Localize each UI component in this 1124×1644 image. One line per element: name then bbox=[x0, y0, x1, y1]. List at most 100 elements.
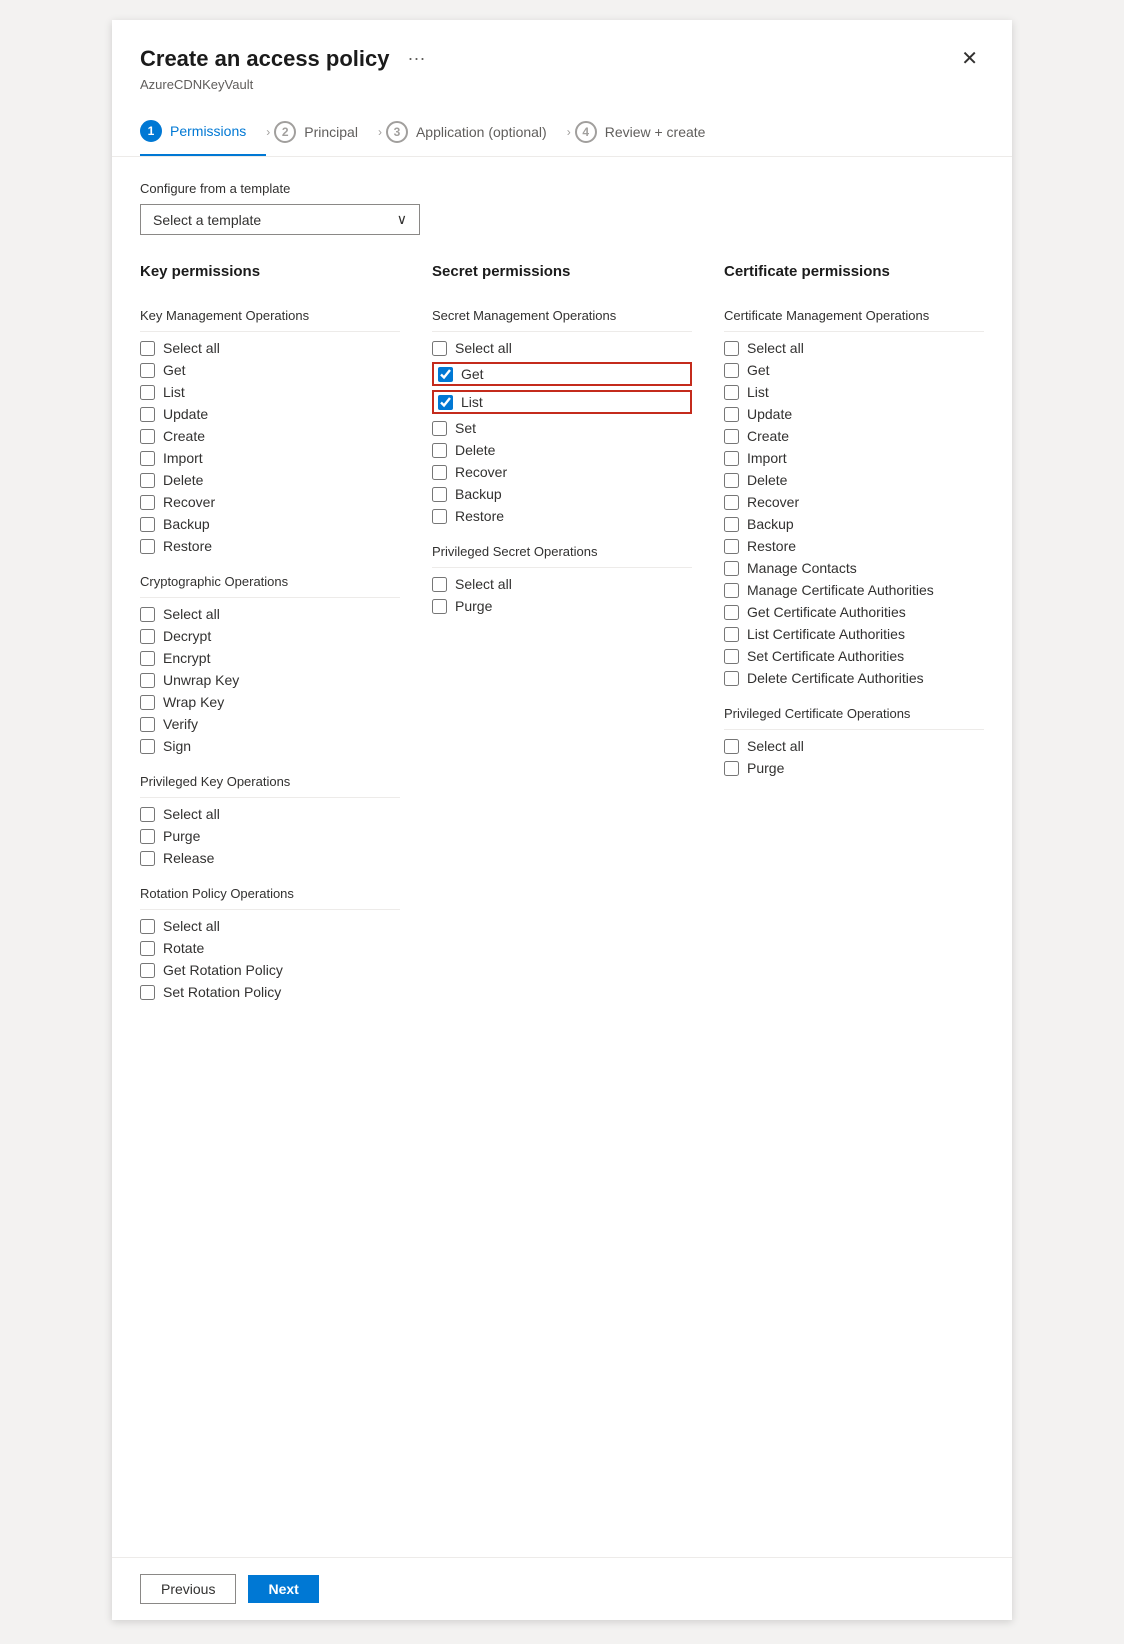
privkey-purge-checkbox[interactable] bbox=[140, 829, 155, 844]
key-import-label: Import bbox=[163, 450, 203, 466]
rotation-get-policy-checkbox[interactable] bbox=[140, 963, 155, 978]
step-label-review: Review + create bbox=[605, 124, 706, 140]
key-get-checkbox[interactable] bbox=[140, 363, 155, 378]
cert-update-label: Update bbox=[747, 406, 792, 422]
cert-mgmt-divider bbox=[724, 331, 984, 332]
key-delete-checkbox[interactable] bbox=[140, 473, 155, 488]
crypto-wrapkey-checkbox[interactable] bbox=[140, 695, 155, 710]
crypto-decrypt-checkbox[interactable] bbox=[140, 629, 155, 644]
secret-permissions-col: Secret permissions Secret Management Ope… bbox=[432, 263, 692, 1006]
step-principal[interactable]: 2 Principal bbox=[274, 109, 378, 155]
step-application[interactable]: 3 Application (optional) bbox=[386, 109, 567, 155]
cert-import-checkbox[interactable] bbox=[724, 451, 739, 466]
secret-recover-label: Recover bbox=[455, 464, 507, 480]
step-sep-3: › bbox=[567, 125, 575, 139]
cert-delete-ca-checkbox[interactable] bbox=[724, 671, 739, 686]
key-select-all-label: Select all bbox=[163, 340, 220, 356]
rotation-select-all-checkbox[interactable] bbox=[140, 919, 155, 934]
cert-update-checkbox[interactable] bbox=[724, 407, 739, 422]
secret-restore-checkbox[interactable] bbox=[432, 509, 447, 524]
secret-set: Set bbox=[432, 420, 692, 436]
cert-select-all-label: Select all bbox=[747, 340, 804, 356]
rotation-rotate: Rotate bbox=[140, 940, 400, 956]
rotation-set-policy-checkbox[interactable] bbox=[140, 985, 155, 1000]
cert-manage-contacts-checkbox[interactable] bbox=[724, 561, 739, 576]
privkey-release-checkbox[interactable] bbox=[140, 851, 155, 866]
step-label-principal: Principal bbox=[304, 124, 358, 140]
key-recover-checkbox[interactable] bbox=[140, 495, 155, 510]
cert-get-ca-checkbox[interactable] bbox=[724, 605, 739, 620]
key-select-all-checkbox[interactable] bbox=[140, 341, 155, 356]
crypto-encrypt-checkbox[interactable] bbox=[140, 651, 155, 666]
cert-manage-ca: Manage Certificate Authorities bbox=[724, 582, 984, 598]
crypto-unwrapkey-checkbox[interactable] bbox=[140, 673, 155, 688]
secret-list-checkbox[interactable] bbox=[438, 395, 453, 410]
cert-manage-ca-checkbox[interactable] bbox=[724, 583, 739, 598]
crypto-select-all-checkbox[interactable] bbox=[140, 607, 155, 622]
crypto-ops-header: Cryptographic Operations bbox=[140, 574, 400, 589]
cert-restore-checkbox[interactable] bbox=[724, 539, 739, 554]
secret-mgmt-divider bbox=[432, 331, 692, 332]
key-update-checkbox[interactable] bbox=[140, 407, 155, 422]
key-backup-checkbox[interactable] bbox=[140, 517, 155, 532]
key-delete-label: Delete bbox=[163, 472, 203, 488]
key-list: List bbox=[140, 384, 400, 400]
cert-set-ca-checkbox[interactable] bbox=[724, 649, 739, 664]
close-button[interactable]: ✕ bbox=[955, 44, 984, 73]
rotation-rotate-checkbox[interactable] bbox=[140, 941, 155, 956]
key-get-label: Get bbox=[163, 362, 186, 378]
cert-list-ca-checkbox[interactable] bbox=[724, 627, 739, 642]
privkey-select-all-checkbox[interactable] bbox=[140, 807, 155, 822]
crypto-verify-label: Verify bbox=[163, 716, 198, 732]
key-restore-checkbox[interactable] bbox=[140, 539, 155, 554]
step-review[interactable]: 4 Review + create bbox=[575, 109, 726, 155]
privcert-purge-checkbox[interactable] bbox=[724, 761, 739, 776]
secret-set-checkbox[interactable] bbox=[432, 421, 447, 436]
privsecret-purge-checkbox[interactable] bbox=[432, 599, 447, 614]
secret-restore: Restore bbox=[432, 508, 692, 524]
cert-delete-checkbox[interactable] bbox=[724, 473, 739, 488]
crypto-wrapkey-label: Wrap Key bbox=[163, 694, 224, 710]
cert-list-checkbox[interactable] bbox=[724, 385, 739, 400]
secret-delete-checkbox[interactable] bbox=[432, 443, 447, 458]
secret-delete-label: Delete bbox=[455, 442, 495, 458]
cert-get: Get bbox=[724, 362, 984, 378]
priv-cert-divider bbox=[724, 729, 984, 730]
cert-mgmt-ops-header: Certificate Management Operations bbox=[724, 308, 984, 323]
secret-recover-checkbox[interactable] bbox=[432, 465, 447, 480]
cert-create-label: Create bbox=[747, 428, 789, 444]
ellipsis-button[interactable]: ··· bbox=[401, 46, 431, 71]
key-mgmt-divider bbox=[140, 331, 400, 332]
key-import-checkbox[interactable] bbox=[140, 451, 155, 466]
cert-recover-label: Recover bbox=[747, 494, 799, 510]
crypto-verify: Verify bbox=[140, 716, 400, 732]
step-permissions[interactable]: 1 Permissions bbox=[140, 108, 266, 156]
secret-select-all-checkbox[interactable] bbox=[432, 341, 447, 356]
step-sep-1: › bbox=[266, 125, 274, 139]
privcert-select-all-checkbox[interactable] bbox=[724, 739, 739, 754]
template-section: Configure from a template Select a templ… bbox=[140, 181, 984, 235]
crypto-sign-checkbox[interactable] bbox=[140, 739, 155, 754]
cert-select-all-checkbox[interactable] bbox=[724, 341, 739, 356]
privsecret-select-all-checkbox[interactable] bbox=[432, 577, 447, 592]
cert-get-checkbox[interactable] bbox=[724, 363, 739, 378]
previous-button[interactable]: Previous bbox=[140, 1574, 236, 1604]
template-dropdown[interactable]: Select a template ∨ bbox=[140, 204, 420, 235]
key-create-checkbox[interactable] bbox=[140, 429, 155, 444]
secret-get-checkbox[interactable] bbox=[438, 367, 453, 382]
next-button[interactable]: Next bbox=[248, 1575, 318, 1603]
cert-recover-checkbox[interactable] bbox=[724, 495, 739, 510]
cert-delete-ca: Delete Certificate Authorities bbox=[724, 670, 984, 686]
key-backup-label: Backup bbox=[163, 516, 210, 532]
cert-set-ca-label: Set Certificate Authorities bbox=[747, 648, 904, 664]
panel-header: Create an access policy ··· ✕ AzureCDNKe… bbox=[112, 20, 1012, 157]
key-backup: Backup bbox=[140, 516, 400, 532]
cert-create-checkbox[interactable] bbox=[724, 429, 739, 444]
rotation-ops-header: Rotation Policy Operations bbox=[140, 886, 400, 901]
key-list-checkbox[interactable] bbox=[140, 385, 155, 400]
secret-backup-checkbox[interactable] bbox=[432, 487, 447, 502]
crypto-verify-checkbox[interactable] bbox=[140, 717, 155, 732]
panel-content: Configure from a template Select a templ… bbox=[112, 157, 1012, 1557]
cert-backup-checkbox[interactable] bbox=[724, 517, 739, 532]
crypto-sign-label: Sign bbox=[163, 738, 191, 754]
